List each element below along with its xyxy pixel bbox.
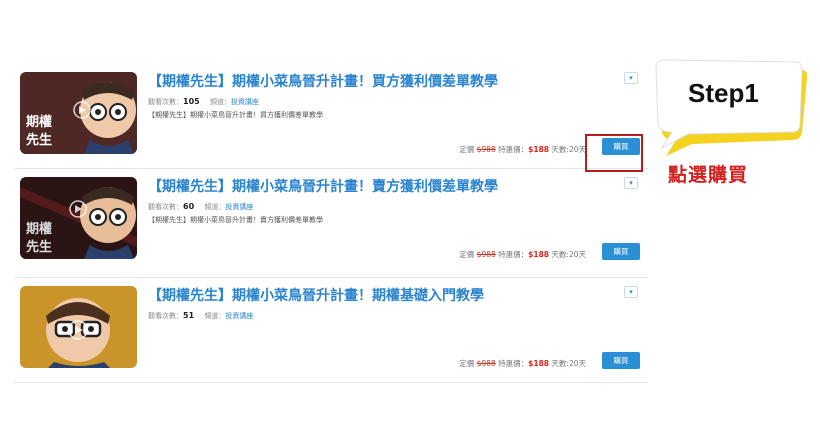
step-callout-bubble bbox=[652, 58, 808, 160]
list-price-label: 定價 bbox=[459, 250, 475, 259]
channel-label: 頻道： bbox=[204, 203, 226, 211]
list-price-label: 定價 bbox=[459, 145, 475, 154]
sale-price: $188 bbox=[528, 250, 550, 259]
course-title[interactable]: 【期權先生】期權小菜鳥晉升計畫！買方獲利價差單教學 bbox=[148, 71, 498, 91]
channel-link[interactable]: 投資講座 bbox=[231, 98, 259, 106]
course-item: 期權 先生 【期權先生】期權小菜鳥晉升計畫！買方獲利價差單教學 觀看次數：105… bbox=[14, 64, 648, 169]
course-meta: 觀看次數：60 頻道：投資講座 bbox=[148, 202, 253, 212]
channel-link[interactable]: 投資講座 bbox=[225, 203, 253, 211]
buy-button[interactable]: 購買 bbox=[602, 352, 640, 369]
views-label: 觀看次數： bbox=[148, 203, 183, 211]
course-item: 【期權先生】期權小菜鳥晉升計畫！期權基礎入門教學 觀看次數：51 頻道：投資講座… bbox=[14, 278, 648, 383]
thumb-text: 先生 bbox=[26, 239, 52, 255]
course-thumbnail[interactable] bbox=[20, 286, 137, 368]
channel-label: 頻道： bbox=[204, 312, 226, 320]
price-info: 定價 $988 特惠價：$188 天數:20天 bbox=[459, 358, 586, 369]
course-thumbnail[interactable]: 期權 先生 bbox=[20, 177, 137, 259]
course-list: 期權 先生 【期權先生】期權小菜鳥晉升計畫！買方獲利價差單教學 觀看次數：105… bbox=[14, 64, 648, 383]
chevron-down-icon[interactable]: ▾ bbox=[624, 177, 638, 189]
views-label: 觀看次數： bbox=[148, 98, 183, 106]
course-description: 【期權先生】期權小菜鳥晉升計畫！買方獲利價差單教學 bbox=[148, 111, 323, 119]
thumb-text: 期權 bbox=[26, 221, 52, 237]
views-count: 60 bbox=[183, 202, 195, 211]
course-description: 【期權先生】期權小菜鳥晉升計畫！賣方獲利價差單教學 bbox=[148, 216, 323, 224]
price-info: 定價 $988 特惠價：$188 天數:20天 bbox=[459, 144, 586, 155]
price-info: 定價 $988 特惠價：$188 天數:20天 bbox=[459, 249, 586, 260]
views-count: 51 bbox=[183, 311, 195, 320]
step-label: Step1 bbox=[688, 78, 759, 108]
sale-price: $188 bbox=[528, 359, 550, 368]
thumb-text: 先生 bbox=[26, 132, 52, 148]
instruction-text: 點選購買 bbox=[668, 164, 749, 186]
course-title[interactable]: 【期權先生】期權小菜鳥晉升計畫！期權基礎入門教學 bbox=[148, 285, 484, 305]
buy-button-highlight bbox=[585, 134, 643, 172]
list-price: $988 bbox=[476, 359, 496, 368]
thumb-text: 期權 bbox=[26, 114, 52, 130]
sale-price-label: 特惠價： bbox=[498, 359, 529, 368]
chevron-down-icon[interactable]: ▾ bbox=[624, 72, 638, 84]
course-item: 期權 先生 【期權先生】期權小菜鳥晉升計畫！賣方獲利價差單教學 觀看次數：60 … bbox=[14, 169, 648, 278]
sale-price: $188 bbox=[528, 145, 550, 154]
course-title[interactable]: 【期權先生】期權小菜鳥晉升計畫！賣方獲利價差單教學 bbox=[148, 176, 498, 196]
buy-button[interactable]: 購買 bbox=[602, 243, 640, 260]
list-price: $988 bbox=[476, 145, 496, 154]
sale-price-label: 特惠價： bbox=[498, 250, 529, 259]
views-count: 105 bbox=[183, 97, 200, 106]
course-meta: 觀看次數：51 頻道：投資講座 bbox=[148, 311, 253, 321]
list-price-label: 定價 bbox=[459, 359, 475, 368]
days: 天數:20天 bbox=[551, 359, 586, 368]
channel-link[interactable]: 投資講座 bbox=[225, 312, 253, 320]
chevron-down-icon[interactable]: ▾ bbox=[624, 286, 638, 298]
course-thumbnail[interactable]: 期權 先生 bbox=[20, 72, 137, 154]
channel-label: 頻道： bbox=[209, 98, 231, 106]
views-label: 觀看次數： bbox=[148, 312, 183, 320]
list-price: $988 bbox=[476, 250, 496, 259]
course-meta: 觀看次數：105 頻道：投資講座 bbox=[148, 97, 259, 107]
days: 天數:20天 bbox=[551, 250, 586, 259]
sale-price-label: 特惠價： bbox=[498, 145, 529, 154]
days: 天數:20天 bbox=[551, 145, 586, 154]
